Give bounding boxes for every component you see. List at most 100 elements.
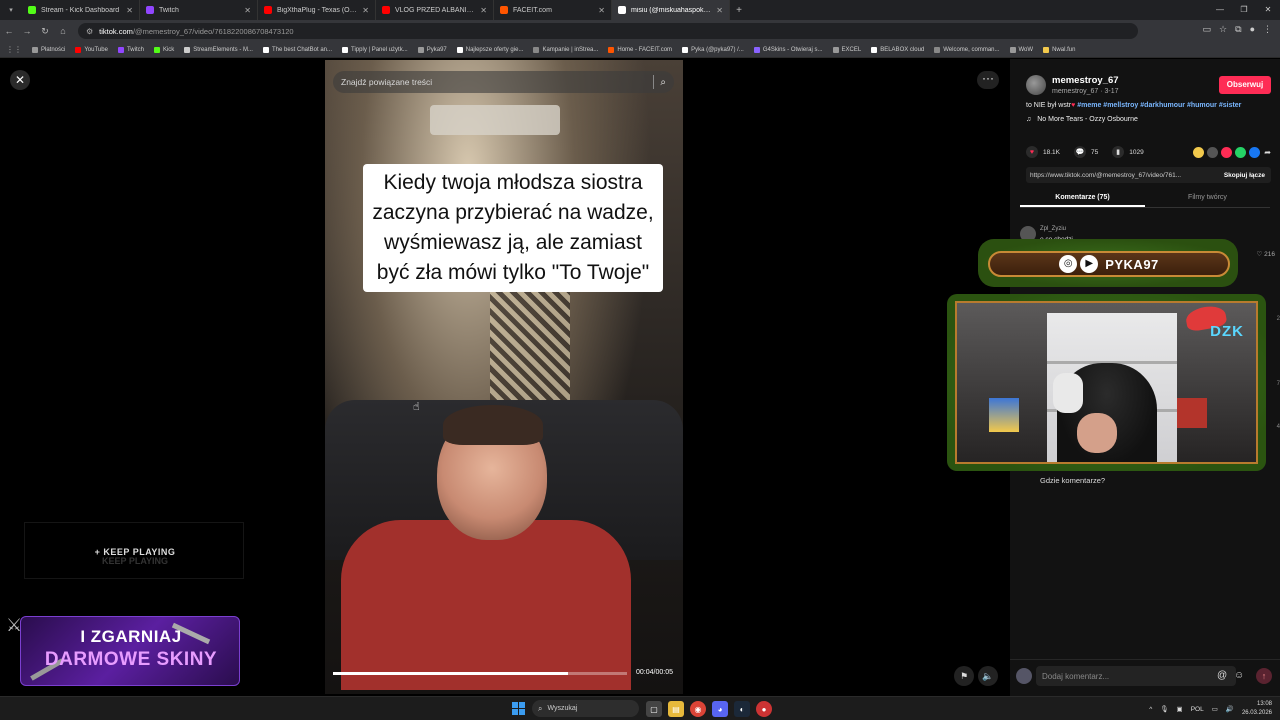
send-comment-icon[interactable]: ↑ [1256, 668, 1272, 684]
bookmark-item[interactable]: Home - FACEIT.com [608, 46, 672, 53]
like-button[interactable]: ♥ 18.1K [1026, 146, 1060, 158]
speaker-icon[interactable]: 🔊 [1226, 705, 1234, 713]
tab-comments[interactable]: Komentarze (75) [1020, 190, 1145, 207]
browser-tab[interactable]: BigXthaPlug - Texas (Official M...✕ [258, 0, 376, 20]
tray-app-icon[interactable]: ▣ [1177, 705, 1183, 713]
clock[interactable]: 13:08 26.03.2026 [1242, 700, 1272, 718]
share-option-icon[interactable] [1193, 146, 1205, 158]
bookmark-item[interactable]: Kampanie | inStrea... [533, 46, 598, 53]
bookmark-item[interactable]: Pyka (@pyka97) /... [682, 46, 744, 53]
chrome-icon[interactable]: ◉ [690, 701, 706, 717]
bookmark-item[interactable]: The best ChatBot an... [262, 46, 332, 53]
bookmark-item[interactable]: Kick [153, 46, 174, 53]
bookmark-item[interactable]: Najlepsze oferty gie... [456, 46, 523, 53]
start-button-icon[interactable] [512, 702, 525, 715]
home-icon[interactable]: ⌂ [54, 26, 72, 36]
menu-icon[interactable]: ⋮ [1263, 24, 1272, 35]
follow-button[interactable]: Obserwuj [1219, 76, 1271, 94]
forward-icon[interactable]: → [18, 26, 36, 36]
browser-tab[interactable]: misiu (@miskuahaspoko) | T... ✕ [612, 0, 730, 20]
browser-tab[interactable]: Stream - Kick Dashboard ✕ [22, 0, 140, 20]
save-count: 1029 [1129, 148, 1144, 156]
keyboard-language[interactable]: POL [1191, 706, 1204, 713]
bookmark-item[interactable]: StreamElements - M... [184, 46, 253, 53]
tabs-container: Stream - Kick Dashboard ✕ Twitch ✕ BigXthaPl… [22, 0, 730, 20]
bookmark-item[interactable]: Pyka97 [417, 46, 447, 53]
close-window-icon[interactable]: ✕ [1256, 0, 1280, 20]
comment-username[interactable]: Zpl_Zyziu [1040, 226, 1066, 232]
apps-icon[interactable]: ⋮⋮ [6, 45, 22, 54]
bookmark-item[interactable]: Płatności [32, 46, 65, 53]
steam-icon[interactable]: ◐ [734, 701, 750, 717]
bookmark-item[interactable]: Nwal.fun [1043, 46, 1075, 53]
file-explorer-icon[interactable]: ▤ [668, 701, 684, 717]
save-button[interactable]: ▮ 1029 [1112, 146, 1144, 158]
task-view-icon[interactable]: ▢ [646, 701, 662, 717]
emoji-icon[interactable]: ☺ [1234, 670, 1244, 681]
cast-icon[interactable]: ▭ [1203, 24, 1212, 35]
bookmark-item[interactable]: G4Skins - Otwieraj s... [753, 46, 823, 53]
comment-input[interactable] [1036, 666, 1236, 686]
tab-close-icon[interactable]: ✕ [362, 6, 369, 15]
tab-close-icon[interactable]: ✕ [598, 6, 605, 15]
tab-close-icon[interactable]: ✕ [244, 6, 251, 15]
tab-close-icon[interactable]: ✕ [716, 6, 723, 15]
taskbar-search[interactable]: ⌕ Wyszukaj [532, 700, 639, 717]
mention-icon[interactable]: @ [1217, 670, 1227, 681]
tab-close-icon[interactable]: ✕ [480, 6, 487, 15]
bookmark-item[interactable]: YouTube [75, 46, 108, 53]
browser-tab[interactable]: Twitch ✕ [140, 0, 258, 20]
volume-icon[interactable]: 🔈 [978, 666, 998, 686]
bookmark-item[interactable]: Welcome, comman... [934, 46, 1000, 53]
video-player[interactable]: ⌕ Kiedy twoja młodsza siostra zaczyna pr… [325, 60, 683, 694]
obs-icon[interactable]: ● [756, 701, 772, 717]
bookmark-item[interactable]: Tipply | Panel użytk... [342, 46, 408, 53]
bookmark-item[interactable]: WoW [1009, 46, 1034, 53]
more-options-button[interactable]: ··· [977, 71, 999, 89]
video-progress-bar[interactable] [333, 672, 627, 675]
tab-creator-videos[interactable]: Filmy twórcy [1145, 190, 1270, 207]
reload-icon[interactable]: ↻ [36, 26, 54, 37]
address-bar[interactable]: ⚙ tiktok.com/@memestroy_67/video/7618220… [78, 23, 1138, 39]
share-option-icon[interactable] [1221, 146, 1233, 158]
bookmark-star-icon[interactable]: ☆ [1219, 24, 1227, 35]
bookmark-item[interactable]: Twitch [117, 46, 144, 53]
new-tab-button[interactable]: + [730, 5, 748, 16]
report-icon[interactable]: ⚑ [954, 666, 974, 686]
related-search-input[interactable] [341, 77, 648, 87]
author-name[interactable]: memestroy_67 [1052, 75, 1119, 86]
site-info-icon[interactable]: ⚙ [86, 27, 93, 36]
copy-link-button[interactable]: Skopiuj łącze [1218, 172, 1271, 179]
minimize-icon[interactable]: — [1208, 0, 1232, 20]
video-link[interactable]: https://www.tiktok.com/@memestroy_67/vid… [1026, 172, 1218, 179]
music-row[interactable]: ♫ No More Tears - Ozzy Osbourne [1026, 116, 1138, 123]
tray-chevron-icon[interactable]: ^ [1149, 706, 1152, 713]
browser-tab[interactable]: FACEIT.com ✕ [494, 0, 612, 20]
tab-search-button[interactable]: ▾ [0, 0, 22, 20]
share-arrow-icon[interactable]: ➦ [1264, 148, 1271, 157]
comment-like[interactable]: ♡ 216 [1257, 250, 1276, 258]
description-hashtags[interactable]: #meme #mellstroy #darkhumour #humour #si… [1077, 102, 1241, 109]
share-icons [1193, 146, 1261, 158]
share-option-icon[interactable] [1207, 146, 1219, 158]
author-avatar[interactable] [1026, 75, 1046, 95]
extensions-icon[interactable]: ⧉ [1235, 24, 1241, 35]
browser-tab[interactable]: VLOG PRZED ALBANIA | Cały vl... ✕ [376, 0, 494, 20]
tab-label: BigXthaPlug - Texas (Official M... [277, 6, 359, 14]
mic-icon[interactable]: 🎙 [1160, 705, 1168, 713]
related-search-bar[interactable]: ⌕ [333, 71, 674, 93]
share-option-icon[interactable] [1249, 146, 1261, 158]
network-icon[interactable]: ▭ [1212, 705, 1218, 713]
comment-button[interactable]: 💬 75 [1074, 146, 1098, 158]
back-icon[interactable]: ← [0, 26, 18, 36]
close-video-button[interactable]: ✕ [10, 70, 30, 90]
bookmark-item[interactable]: EXCEL [832, 46, 861, 53]
bookmark-item[interactable]: BELABOX cloud [871, 46, 924, 53]
bookmark-label: WoW [1018, 46, 1034, 53]
tab-close-icon[interactable]: ✕ [126, 6, 133, 15]
discord-icon[interactable]: ◕ [712, 701, 728, 717]
maximize-icon[interactable]: ❐ [1232, 0, 1256, 20]
share-option-icon[interactable] [1235, 146, 1247, 158]
search-icon[interactable]: ⌕ [660, 77, 666, 88]
profile-icon[interactable]: ● [1250, 24, 1255, 35]
